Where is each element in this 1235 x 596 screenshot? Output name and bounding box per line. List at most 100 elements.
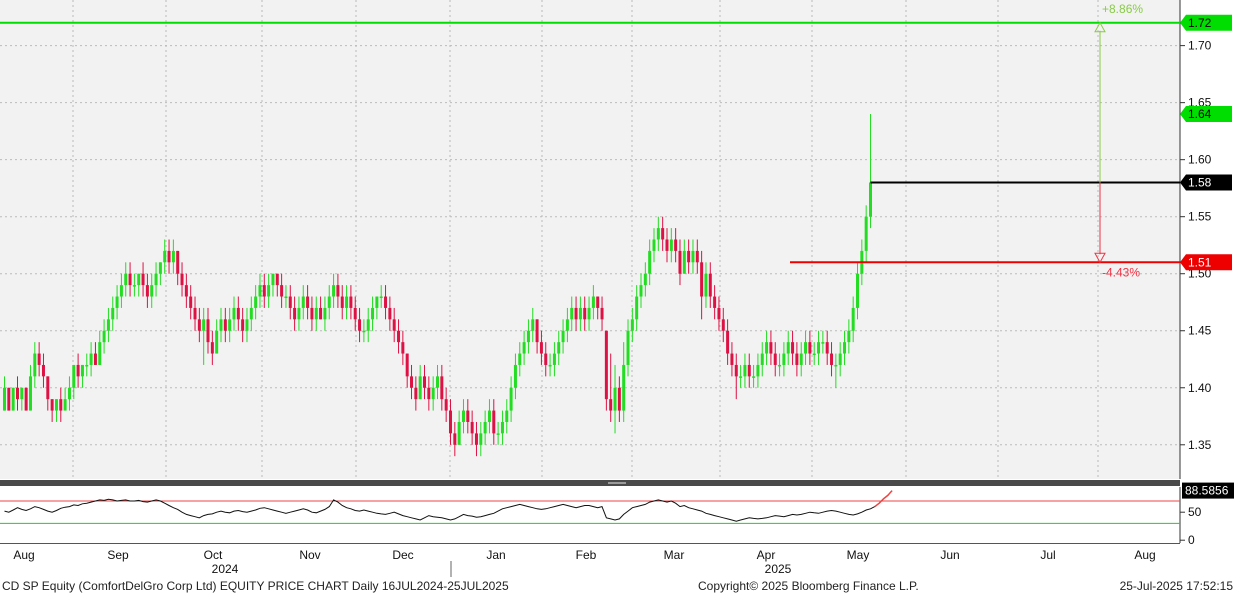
candle-body <box>193 307 197 320</box>
x-tick-label: Jun <box>940 548 959 562</box>
candle-body <box>50 399 54 411</box>
candle-body <box>46 376 50 400</box>
copyright-notice: Copyright© 2025 Bloomberg Finance L.P. <box>698 579 919 593</box>
candle-body <box>171 250 175 263</box>
candle-body <box>72 364 76 388</box>
candle-body <box>756 364 760 377</box>
candle-body <box>583 307 587 320</box>
candle-body <box>539 342 543 354</box>
candle-body <box>457 421 461 445</box>
candle-body <box>85 364 89 367</box>
candle-body <box>561 330 565 343</box>
candle-body <box>474 433 478 445</box>
candle-body <box>323 307 327 320</box>
price-tag-label: 1.64 <box>1188 107 1212 121</box>
candle-body <box>786 342 790 354</box>
candle-body <box>284 296 288 299</box>
x-tick-label: Jul <box>1040 548 1055 562</box>
panel-separator[interactable] <box>0 480 1180 486</box>
candle-body <box>232 307 236 320</box>
candle-body <box>401 342 405 354</box>
candle-body <box>150 285 154 297</box>
candle-body <box>752 376 756 378</box>
y-tick-label: 1.60 <box>1188 153 1212 167</box>
price-tag-label: 1.51 <box>1188 255 1212 269</box>
candle-body <box>362 330 366 333</box>
candle-body <box>24 387 28 411</box>
candle-body <box>158 262 162 274</box>
oscillator-tick-label: 50 <box>1188 505 1202 519</box>
candle-body <box>795 353 799 365</box>
candle-body <box>604 330 608 400</box>
candle-body <box>340 296 344 308</box>
y-tick-label: 1.35 <box>1188 438 1212 452</box>
candle-body <box>288 296 292 308</box>
candle-body <box>518 353 522 365</box>
candle-body <box>76 364 80 377</box>
candle-body <box>691 250 695 263</box>
x-tick-label: Mar <box>664 548 685 562</box>
candle-body <box>479 433 483 445</box>
candle-body <box>184 285 188 297</box>
candle-body <box>349 296 353 308</box>
price-tag-label: 1.58 <box>1188 175 1212 189</box>
candle-body <box>565 319 569 331</box>
candle-body <box>37 353 41 365</box>
candle-body <box>106 319 110 331</box>
candle-body <box>111 307 115 320</box>
candle-body <box>773 353 777 365</box>
candle-body <box>80 364 84 377</box>
chart-description: CD SP Equity (ComfortDelGro Corp Ltd) EQ… <box>2 579 509 593</box>
candle-body <box>652 239 656 251</box>
candle-body <box>591 296 595 308</box>
candle-body <box>427 387 431 400</box>
candle-body <box>496 433 500 435</box>
candle-body <box>622 364 626 411</box>
candle-body <box>444 399 448 411</box>
candle-body <box>661 228 665 240</box>
candle-body <box>20 387 24 400</box>
candle-body <box>440 376 444 400</box>
candle-body <box>89 353 93 365</box>
candle-body <box>241 319 245 331</box>
candle-body <box>769 342 773 354</box>
candle-body <box>59 399 63 411</box>
candle-body <box>804 342 808 354</box>
x-tick-label: Jan <box>486 548 505 562</box>
candle-body <box>856 273 860 308</box>
candle-body <box>799 353 803 365</box>
oscillator-tick-label: 0 <box>1188 533 1195 547</box>
candle-body <box>765 342 769 354</box>
candle-body <box>513 364 517 388</box>
candle-body <box>656 228 660 240</box>
candle-body <box>275 273 279 286</box>
y-tick-label: 1.45 <box>1188 324 1212 338</box>
panel-separator-grip[interactable] <box>608 482 626 484</box>
x-tick-label: Sep <box>107 548 129 562</box>
candle-body <box>466 410 470 422</box>
year-label: 2024 <box>212 562 239 576</box>
candle-body <box>747 364 751 377</box>
candle-body <box>843 342 847 354</box>
y-tick-label: 1.70 <box>1188 39 1212 53</box>
candle-body <box>617 387 621 411</box>
x-tick-label: Oct <box>204 548 223 562</box>
candle-body <box>630 319 634 331</box>
candle-body <box>570 307 574 320</box>
candle-body <box>93 353 97 365</box>
candle-body <box>717 307 721 320</box>
candle-body <box>643 273 647 286</box>
candle-body <box>371 307 375 320</box>
candle-body <box>267 285 271 297</box>
candle-body <box>319 307 323 320</box>
candle-body <box>102 330 106 343</box>
candle-body <box>11 387 15 411</box>
main-panel-background <box>0 0 1180 479</box>
candle-body <box>613 387 617 411</box>
candle-body <box>414 387 418 400</box>
candle-body <box>176 250 180 274</box>
candle-body <box>470 421 474 434</box>
candle-body <box>436 376 439 388</box>
candle-body <box>847 330 851 343</box>
candle-body <box>228 319 232 331</box>
